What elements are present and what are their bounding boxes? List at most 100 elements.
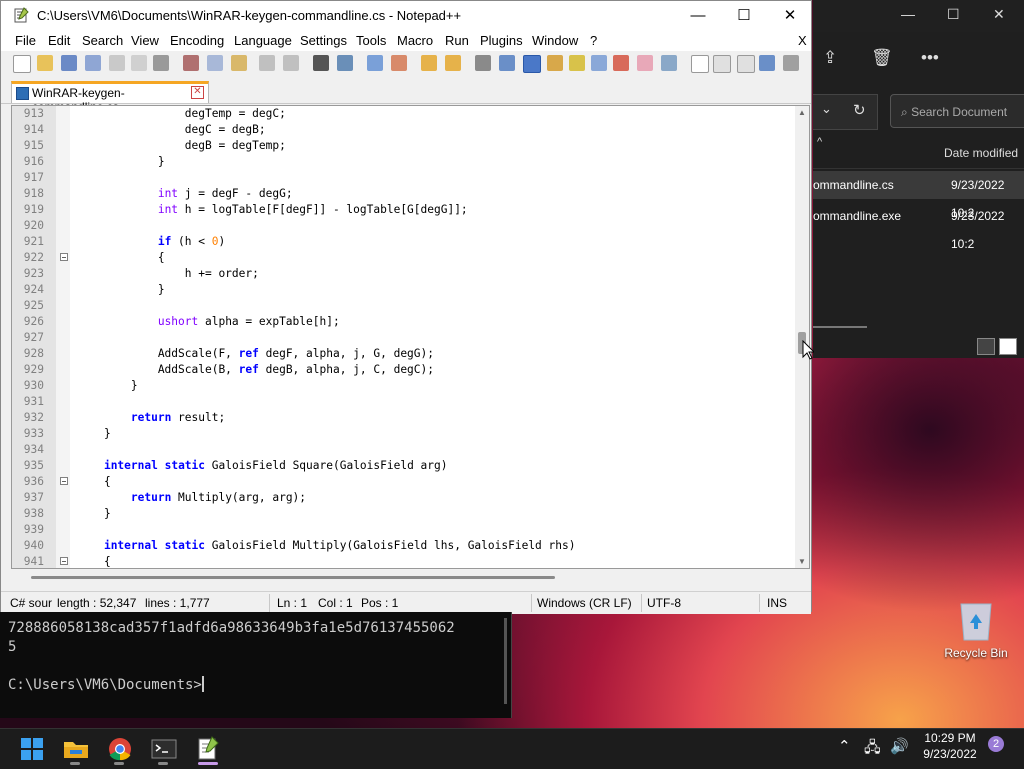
close-all-icon[interactable] xyxy=(131,55,147,71)
code-line[interactable]: 926 ushort alpha = expTable[h]; xyxy=(12,314,795,330)
recycle-bin-desktop-icon[interactable]: Recycle Bin xyxy=(940,596,1012,666)
share-icon[interactable]: ⇪ xyxy=(823,48,837,68)
code-line[interactable]: 917 xyxy=(12,170,795,186)
menu-tools[interactable]: Tools xyxy=(356,33,386,48)
save-macro-icon[interactable] xyxy=(783,55,799,71)
code-line[interactable]: 914 degC = degB; xyxy=(12,122,795,138)
explorer-search-input[interactable]: ⌕ Search Document xyxy=(890,94,1024,128)
code-line[interactable]: 930 } xyxy=(12,378,795,394)
doc-map-icon[interactable] xyxy=(569,55,585,71)
explorer-address-bar[interactable]: ⌄ ↻ xyxy=(813,94,878,130)
menu-run[interactable]: Run xyxy=(445,33,469,48)
volume-icon[interactable]: 🔊 xyxy=(890,737,909,755)
code-line[interactable]: 924 } xyxy=(12,282,795,298)
code-line[interactable]: 939 xyxy=(12,522,795,538)
print-icon[interactable] xyxy=(153,55,169,71)
replace-icon[interactable] xyxy=(337,55,353,71)
npp-titlebar[interactable]: C:\Users\VM6\Documents\WinRAR-keygen-com… xyxy=(1,1,811,31)
notification-badge[interactable]: 2 xyxy=(988,736,1004,752)
zoom-in-icon[interactable] xyxy=(367,55,383,71)
menu-file[interactable]: File xyxy=(15,33,36,48)
terminal-scrollbar[interactable] xyxy=(504,618,507,704)
terminal-icon[interactable] xyxy=(148,733,180,765)
code-line[interactable]: 940 internal static GaloisField Multiply… xyxy=(12,538,795,554)
file-row[interactable]: ommandline.exe 9/23/2022 10:2 xyxy=(813,202,1024,251)
show-all-chars-icon[interactable] xyxy=(499,55,515,71)
code-line[interactable]: 933 } xyxy=(12,426,795,442)
menu-search[interactable]: Search xyxy=(82,33,123,48)
code-line[interactable]: 932 return result; xyxy=(12,410,795,426)
file-explorer-icon[interactable] xyxy=(60,733,92,765)
folder-workspace-icon[interactable] xyxy=(613,55,629,71)
menu-language[interactable]: Language xyxy=(234,33,292,48)
sync-horizontal-icon[interactable] xyxy=(445,55,461,71)
fold-toggle-icon[interactable] xyxy=(60,253,68,261)
code-line[interactable]: 923 h += order; xyxy=(12,266,795,282)
play-macro-icon[interactable] xyxy=(737,55,755,73)
find-icon[interactable] xyxy=(313,55,329,71)
chevron-down-icon[interactable]: ⌄ xyxy=(821,101,832,117)
fold-toggle-icon[interactable] xyxy=(60,477,68,485)
paste-icon[interactable] xyxy=(231,55,247,71)
code-line[interactable]: 916 } xyxy=(12,154,795,170)
scroll-down-icon[interactable]: ▼ xyxy=(798,557,806,566)
terminal-window[interactable]: 728886058138cad357f1adfd6a98633649b3fa1e… xyxy=(0,612,512,718)
indent-guide-icon[interactable] xyxy=(523,55,541,73)
copy-icon[interactable] xyxy=(207,55,223,71)
network-icon[interactable]: 🖧 xyxy=(864,737,881,762)
zoom-out-icon[interactable] xyxy=(391,55,407,71)
code-line[interactable]: 922 { xyxy=(12,250,795,266)
maximize-button[interactable]: ☐ xyxy=(721,1,767,31)
menu-macro[interactable]: Macro xyxy=(397,33,433,48)
code-line[interactable]: 929 AddScale(B, ref degB, alpha, j, C, d… xyxy=(12,362,795,378)
explorer-hscrollbar[interactable] xyxy=(813,326,867,328)
chrome-icon[interactable] xyxy=(104,733,136,765)
code-line[interactable]: 938 } xyxy=(12,506,795,522)
new-file-icon[interactable] xyxy=(13,55,31,73)
sync-vertical-icon[interactable] xyxy=(421,55,437,71)
code-line[interactable]: 935 internal static GaloisField Square(G… xyxy=(12,458,795,474)
scroll-up-icon[interactable]: ▲ xyxy=(798,108,806,117)
menu-settings[interactable]: Settings xyxy=(300,33,347,48)
code-line[interactable]: 931 xyxy=(12,394,795,410)
file-explorer-window[interactable]: — ☐ ✕ ⇪ 🗑 ••• ⌄ ↻ ⌕ Search Document ^ Da… xyxy=(813,0,1024,358)
word-wrap-icon[interactable] xyxy=(475,55,491,71)
menu-edit[interactable]: Edit xyxy=(48,33,70,48)
close-document-button[interactable]: X xyxy=(798,33,807,48)
refresh-icon[interactable]: ↻ xyxy=(853,101,866,119)
explorer-titlebar[interactable]: — ☐ ✕ xyxy=(813,0,1024,32)
horizontal-scroll-thumb[interactable] xyxy=(31,576,555,579)
run-macro-multiple-icon[interactable] xyxy=(759,55,775,71)
tab-winrar-keygen-commandline[interactable]: WinRAR-keygen-commandline.cs ✕ xyxy=(11,81,209,114)
explorer-minimize-button[interactable]: — xyxy=(901,6,915,22)
terminal-prompt[interactable]: C:\Users\VM6\Documents> xyxy=(8,676,204,693)
delete-icon[interactable]: 🗑 xyxy=(871,48,893,68)
show-hidden-icons-chevron-up-icon[interactable]: ⌃ xyxy=(838,737,851,755)
menu-plugins[interactable]: Plugins xyxy=(480,33,523,48)
code-line[interactable]: 934 xyxy=(12,442,795,458)
redo-icon[interactable] xyxy=(283,55,299,71)
code-line[interactable]: 918 int j = degF - degG; xyxy=(12,186,795,202)
tab-close-icon[interactable]: ✕ xyxy=(191,86,204,99)
menu-view[interactable]: View xyxy=(131,33,159,48)
language-icon[interactable] xyxy=(547,55,563,71)
close-file-icon[interactable] xyxy=(109,55,125,71)
undo-icon[interactable] xyxy=(259,55,275,71)
notepadpp-window[interactable]: C:\Users\VM6\Documents\WinRAR-keygen-com… xyxy=(0,0,812,614)
vertical-scrollbar[interactable]: ▲ ▼ xyxy=(795,106,809,568)
code-line[interactable]: 937 return Multiply(arg, arg); xyxy=(12,490,795,506)
details-view-icon[interactable] xyxy=(977,338,995,355)
code-line[interactable]: 919 int h = logTable[F[degF]] - logTable… xyxy=(12,202,795,218)
explorer-maximize-button[interactable]: ☐ xyxy=(947,6,960,23)
monitor-icon[interactable] xyxy=(637,55,653,71)
explorer-close-button[interactable]: ✕ xyxy=(993,6,1005,23)
notepadpp-taskbar-icon[interactable] xyxy=(192,733,224,765)
code-line[interactable]: 913 degTemp = degC; xyxy=(12,106,795,122)
fold-toggle-icon[interactable] xyxy=(60,557,68,565)
record-macro-icon[interactable] xyxy=(691,55,709,73)
menu-window[interactable]: Window xyxy=(532,33,578,48)
code-line[interactable]: 921 if (h < 0) xyxy=(12,234,795,250)
code-line[interactable]: 925 xyxy=(12,298,795,314)
menu-encoding[interactable]: Encoding xyxy=(170,33,224,48)
horizontal-scrollbar[interactable] xyxy=(11,569,810,583)
